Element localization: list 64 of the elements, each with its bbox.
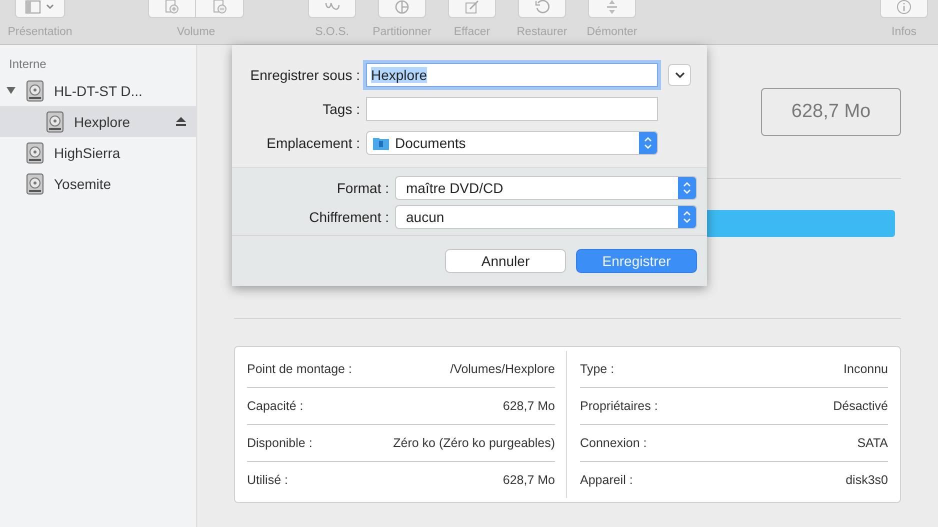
info-label: Point de montage : xyxy=(247,362,352,376)
popup-menu[interactable]: aucun xyxy=(395,205,697,229)
stepper-icon xyxy=(639,132,657,154)
info-label: Connexion : xyxy=(580,436,647,450)
sidebar-item[interactable]: Yosemite xyxy=(0,168,196,199)
info-value: /Volumes/Hexplore xyxy=(450,362,555,376)
info-value: SATA xyxy=(857,436,888,450)
disk-minus-icon xyxy=(210,0,228,14)
field-label: Format : xyxy=(336,180,390,196)
tags-field[interactable] xyxy=(366,97,658,121)
info-value: 628,7 Mo xyxy=(502,473,555,487)
info-value: Désactivé xyxy=(833,399,888,413)
cancel-button[interactable]: Annuler xyxy=(445,249,566,273)
folder-icon xyxy=(373,136,389,150)
info-label: Appareil : xyxy=(580,473,633,487)
disclosure-triangle-icon[interactable] xyxy=(6,86,16,95)
disk-plus-icon xyxy=(163,0,181,14)
info-icon xyxy=(895,0,913,14)
view-button[interactable] xyxy=(15,0,65,18)
info-label: Propriétaires : xyxy=(580,399,658,413)
eject-icon[interactable] xyxy=(176,117,186,126)
remove-volume-button[interactable] xyxy=(196,0,244,18)
pie-icon xyxy=(393,0,411,14)
erase-button[interactable] xyxy=(448,0,496,18)
add-volume-button[interactable] xyxy=(148,0,196,18)
info-value: Zéro ko (Zéro ko purgeables) xyxy=(393,436,555,450)
info-value: disk3s0 xyxy=(846,473,888,487)
toolbar-label: Restaurer xyxy=(516,26,568,38)
section-heading: Interne xyxy=(8,57,48,71)
stepper-icon xyxy=(678,206,696,228)
info-value: Inconnu xyxy=(844,362,888,376)
pencil-icon xyxy=(463,0,481,14)
info-button[interactable] xyxy=(880,0,928,18)
unmount-button[interactable] xyxy=(588,0,636,18)
filename-field[interactable]: Hexplore xyxy=(366,63,658,87)
field-label: Enregistrer sous : xyxy=(249,67,361,83)
toolbar-label: Présentation xyxy=(8,26,72,38)
toolbar-label: S.O.S. xyxy=(315,26,349,38)
info-label: Disponible : xyxy=(247,436,312,450)
toolbar-label: Démonter xyxy=(586,26,638,38)
sidebar-item[interactable]: HL-DT-ST D... xyxy=(0,75,196,106)
toolbar-label: Infos xyxy=(892,26,916,38)
field-label: Emplacement : xyxy=(266,135,361,151)
stepper-icon xyxy=(678,177,696,199)
sidebar-item[interactable]: Hexplore xyxy=(0,106,196,137)
toolbar-label: Volume xyxy=(176,26,216,38)
capacity-display: 628,7 Mo xyxy=(761,88,901,136)
toolbar-label: Partitionner xyxy=(372,26,432,38)
chevron-icon xyxy=(674,72,684,78)
field-label: Chiffrement : xyxy=(308,209,390,225)
info-label: Capacité : xyxy=(247,399,304,413)
popup-menu[interactable]: maître DVD/CD xyxy=(395,176,697,200)
sidebar-item[interactable]: HighSierra xyxy=(0,137,196,168)
info-label: Type : xyxy=(580,362,614,376)
info-value: 628,7 Mo xyxy=(502,399,555,413)
expand-button[interactable] xyxy=(668,64,691,86)
sos-button[interactable] xyxy=(308,0,356,18)
partition-button[interactable] xyxy=(378,0,426,18)
info-label: Utilisé : xyxy=(247,473,288,487)
field-label: Tags : xyxy=(322,101,361,117)
restore-button[interactable] xyxy=(518,0,566,18)
restore-icon xyxy=(533,0,551,14)
location-popup[interactable]: Documents xyxy=(366,131,658,155)
toolbar-label: Effacer xyxy=(454,26,490,38)
